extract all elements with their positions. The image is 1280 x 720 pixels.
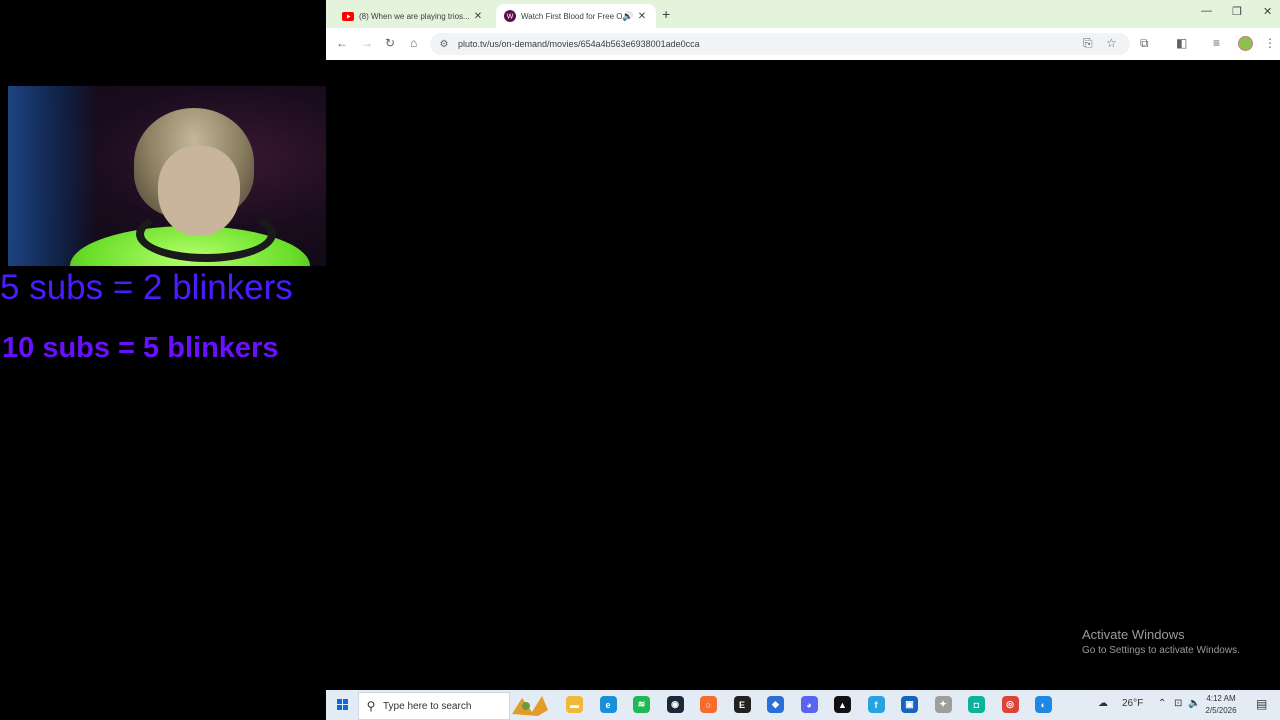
- windows-logo-icon: [337, 699, 342, 704]
- minimize-button[interactable]: —: [1201, 5, 1212, 17]
- watermark-title: Activate Windows: [1082, 627, 1185, 642]
- app-edge-beta-icon[interactable]: ◐: [1035, 696, 1052, 713]
- webcam-feed: [8, 86, 326, 266]
- windows-logo-icon: [343, 705, 348, 710]
- profile-avatar[interactable]: [1238, 36, 1253, 51]
- search-highlight-art: [512, 696, 548, 716]
- close-tab-icon[interactable]: ✕: [636, 11, 648, 22]
- steam-icon[interactable]: ◉: [666, 696, 684, 713]
- epic-games-icon[interactable]: E: [733, 696, 751, 713]
- url-text: pluto.tv/us/on-demand/movies/654a4b563e6…: [458, 39, 700, 49]
- forward-icon[interactable]: →: [361, 36, 373, 50]
- webcam-background: [8, 86, 98, 266]
- taskbar-clock[interactable]: 4:12 AM 2/5/2026: [1200, 693, 1242, 717]
- chrome-icon[interactable]: ◎: [1001, 696, 1019, 713]
- maximize-button[interactable]: ❐: [1232, 5, 1242, 18]
- app-f-icon[interactable]: f: [867, 696, 885, 713]
- menu-dots-icon[interactable]: ⋮: [1264, 36, 1276, 50]
- tab-pluto[interactable]: W Watch First Blood for Free O 🔊 ✕: [496, 4, 656, 28]
- browser-toolbar: ← → ↻ ⌂ ⚙ pluto.tv/us/on-demand/movies/6…: [326, 28, 1280, 60]
- address-bar[interactable]: ⚙ pluto.tv/us/on-demand/movies/654a4b563…: [430, 33, 1130, 55]
- svg-text:W: W: [507, 14, 514, 21]
- watermark-subtitle: Go to Settings to activate Windows.: [1082, 645, 1240, 656]
- weather-temp[interactable]: 26°F: [1122, 698, 1143, 709]
- pluto-tv-icon: W: [504, 10, 516, 22]
- edge-icon[interactable]: e: [599, 696, 617, 713]
- taskbar-search-box[interactable]: ⚲ Type here to search: [358, 692, 510, 720]
- notification-icon[interactable]: ▤: [1256, 697, 1267, 711]
- discord-icon[interactable]: ◕: [800, 696, 818, 713]
- app-gray-icon[interactable]: ✦: [934, 696, 952, 713]
- close-tab-icon[interactable]: ✕: [472, 11, 484, 22]
- clock-time: 4:12 AM: [1206, 694, 1236, 703]
- tab-title: (8) When we are playing trios...: [359, 11, 470, 21]
- browser-window: (8) When we are playing trios... ✕ W Wat…: [326, 0, 1280, 60]
- speaker-icon[interactable]: 🔊: [622, 11, 633, 22]
- side-panel-icon[interactable]: ◧: [1176, 36, 1187, 50]
- home-icon[interactable]: ⌂: [410, 36, 417, 50]
- clock-date: 2/5/2026: [1205, 706, 1237, 715]
- webcam-person-face: [158, 146, 240, 236]
- extensions-icon[interactable]: ⧉: [1140, 36, 1149, 51]
- app-green-icon[interactable]: ◘: [968, 696, 985, 713]
- store-icon[interactable]: ▣: [901, 696, 918, 713]
- windows-logo-icon: [337, 705, 342, 710]
- tab-youtube[interactable]: (8) When we are playing trios... ✕: [334, 4, 492, 28]
- sub-goal-line-2: 10 subs = 5 blinkers: [2, 332, 279, 364]
- close-window-button[interactable]: ✕: [1263, 5, 1272, 18]
- media-controls-icon[interactable]: ≡: [1213, 36, 1220, 50]
- tab-title: Watch First Blood for Free O: [521, 11, 622, 21]
- taskbar: ⚲ Type here to search ▬ e ≋ ◉ ○ E ◆ ◕ ▲ f ▣ ✦ ◘ ◎ ◐ ☁ …: [326, 690, 1280, 720]
- show-hidden-icons-icon[interactable]: ⌃: [1158, 698, 1166, 709]
- start-button[interactable]: [332, 696, 354, 714]
- tab-strip: (8) When we are playing trios... ✕ W Wat…: [326, 0, 1280, 28]
- obs-icon[interactable]: ▲: [834, 696, 851, 713]
- windows-logo-icon: [343, 699, 348, 704]
- volume-icon[interactable]: 🔈: [1188, 698, 1200, 709]
- spotify-icon[interactable]: ≋: [633, 696, 650, 713]
- reload-icon[interactable]: ↻: [385, 36, 395, 50]
- bookmark-star-icon[interactable]: ☆: [1106, 36, 1117, 50]
- search-placeholder: Type here to search: [383, 700, 472, 712]
- new-tab-button[interactable]: +: [662, 6, 670, 22]
- sub-goal-line-1: 5 subs = 2 blinkers: [0, 268, 293, 307]
- origin-icon[interactable]: ○: [700, 696, 717, 713]
- search-icon: ⚲: [366, 699, 376, 713]
- app-blue-icon[interactable]: ◆: [767, 696, 784, 713]
- weather-icon[interactable]: ☁: [1098, 698, 1108, 709]
- back-icon[interactable]: ←: [336, 36, 348, 50]
- install-app-icon[interactable]: ⎘: [1083, 36, 1093, 51]
- network-icon[interactable]: ⊡: [1174, 698, 1182, 709]
- site-info-icon[interactable]: ⚙: [436, 39, 452, 50]
- activate-windows-watermark: Activate Windows Go to Settings to activ…: [1082, 627, 1240, 656]
- file-explorer-icon[interactable]: ▬: [566, 696, 583, 713]
- youtube-icon: [342, 10, 354, 22]
